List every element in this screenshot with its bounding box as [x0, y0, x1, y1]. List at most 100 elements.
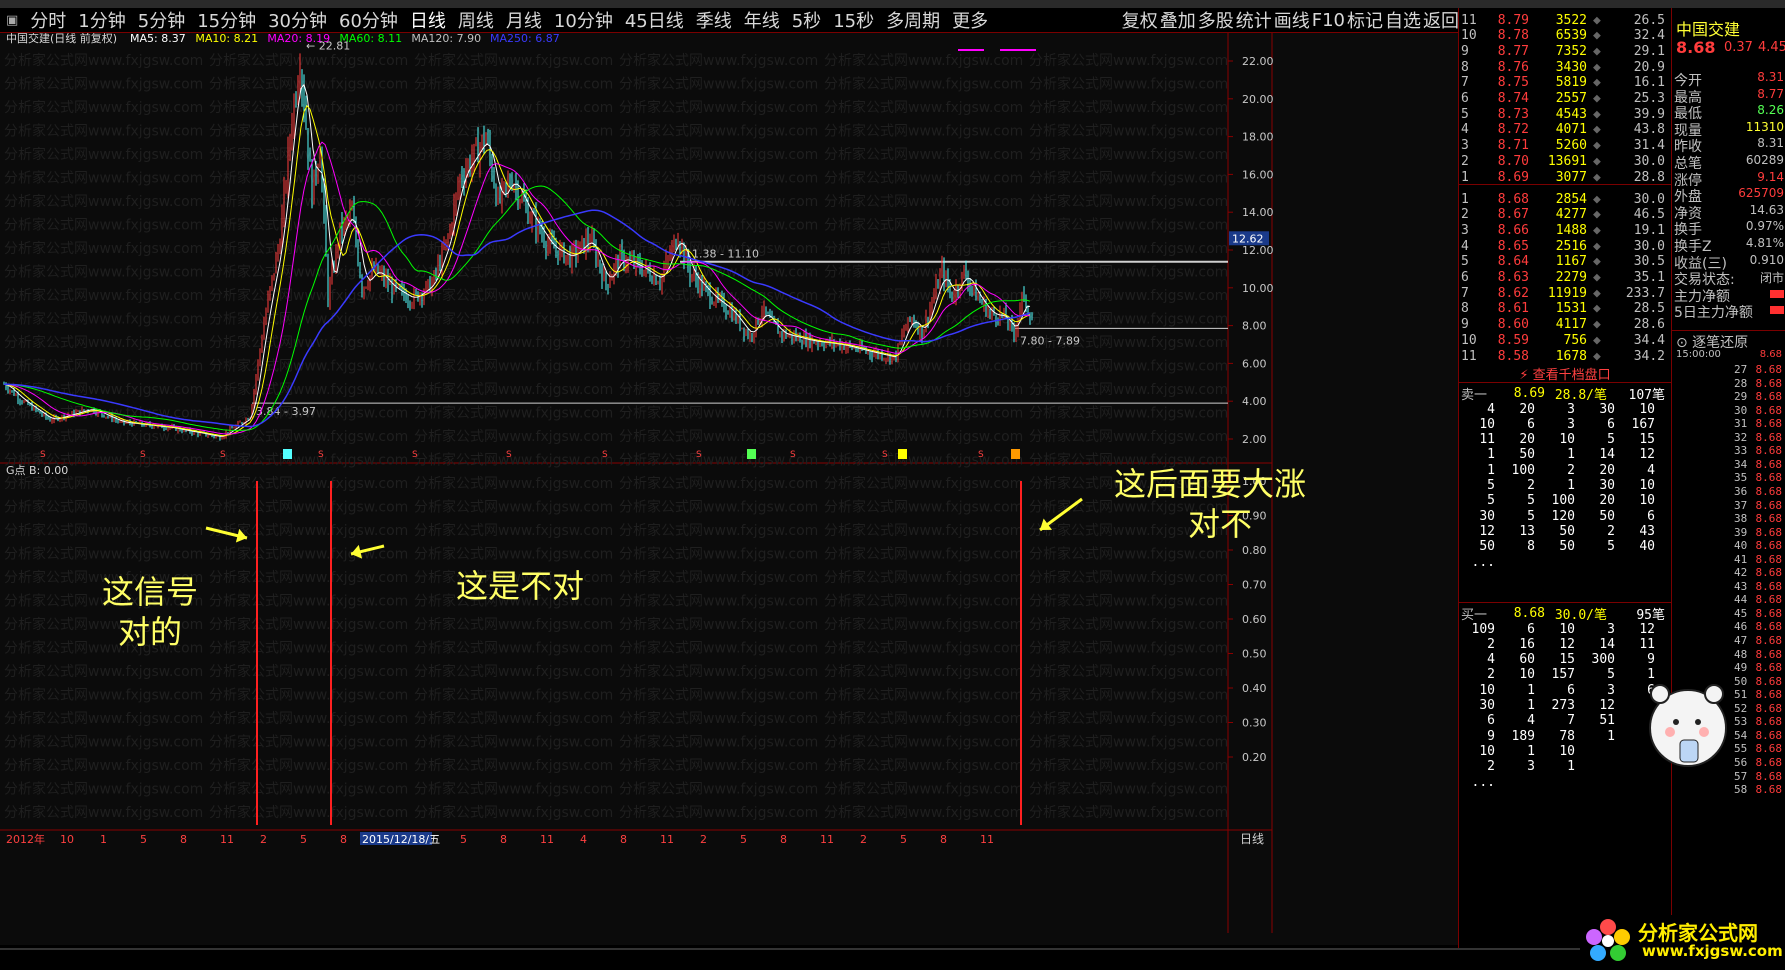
period-tab[interactable]: 年线 [738, 8, 786, 32]
period-tab[interactable]: 10分钟 [548, 8, 619, 32]
queue-volume: 5 [1607, 667, 1615, 683]
toolbar-action[interactable]: 标记 [1346, 8, 1384, 32]
queue-volume: 4 [1647, 462, 1655, 478]
watermark-text: 分析家公式网www.fxjgsw.com [414, 710, 613, 727]
tick-seq: 42 [1734, 566, 1748, 580]
watermark-text: 分析家公式网www.fxjgsw.com [4, 428, 203, 445]
event-badge [898, 449, 907, 459]
toolbar-menu-icon[interactable]: ▣ [0, 13, 24, 28]
depth-button[interactable]: ⚡ 查看千档盘口 [1459, 364, 1671, 383]
period-tab[interactable]: 60分钟 [333, 8, 404, 32]
toolbar-action[interactable]: 复权 [1121, 8, 1159, 32]
watermark-text: 分析家公式网www.fxjgsw.com [209, 499, 408, 516]
ask-price: 8.79 [1497, 12, 1529, 28]
event-marker: S [318, 450, 324, 460]
info-label: 5日主力净额 [1674, 305, 1753, 322]
queue-volume: 11 [1639, 636, 1655, 652]
period-tab[interactable]: 月线 [500, 8, 548, 32]
toolbar-action[interactable]: 多股 [1197, 8, 1235, 32]
watermark-text: 分析家公式网www.fxjgsw.com [209, 687, 408, 704]
x-tick-label: 8 [620, 833, 627, 846]
tick-seq: 37 [1734, 498, 1748, 512]
watermark-text: 分析家公式网www.fxjgsw.com [824, 546, 1023, 563]
period-tab[interactable]: 分时 [24, 8, 72, 32]
subchart-title: G点 B: 0.00 [6, 464, 68, 477]
tick-value: 8.68 [1755, 539, 1783, 553]
diamond-icon: ◆ [1593, 301, 1601, 317]
queue-volume: 6 [1527, 621, 1535, 637]
info-value: 625709 [1738, 186, 1784, 201]
ask-ratio: 32.4 [1633, 28, 1665, 44]
tick-value: 8.68 [1755, 742, 1783, 756]
tick-seq: 30 [1734, 403, 1748, 417]
queue-volume: 43 [1639, 523, 1655, 539]
period-tab[interactable]: 多周期 [880, 8, 946, 32]
event-marker: S [40, 450, 46, 460]
period-tab[interactable]: 5秒 [786, 8, 827, 32]
period-tab[interactable]: 更多 [946, 8, 994, 32]
x-tick-label: 11 [540, 833, 554, 846]
tick-seq: 36 [1734, 484, 1748, 498]
watermark-text: 分析家公式网www.fxjgsw.com [209, 804, 408, 821]
ma-legend: MA5: 8.37 [130, 33, 186, 45]
queue-volume: 273 [1551, 698, 1575, 713]
tick-price: 8.68 [1759, 349, 1782, 360]
diamond-icon: ◆ [1593, 222, 1601, 238]
annotation-line: 这信号 [101, 573, 198, 611]
tick-seq: 32 [1734, 430, 1748, 444]
period-tab[interactable]: 季线 [690, 8, 738, 32]
queue-volume: 15 [1639, 432, 1655, 448]
period-tab[interactable]: 30分钟 [262, 8, 333, 32]
watermark-text: 分析家公式网www.fxjgsw.com [1029, 405, 1228, 422]
tick-seq: 40 [1734, 539, 1748, 553]
toolbar-action[interactable]: 自选 [1384, 8, 1422, 32]
period-tab[interactable]: 15分钟 [191, 8, 262, 32]
watermark-text: 分析家公式网www.fxjgsw.com [619, 499, 818, 516]
watermark-text: 分析家公式网www.fxjgsw.com [619, 146, 818, 163]
tick-seq: 33 [1734, 444, 1748, 458]
period-tab[interactable]: 45日线 [619, 8, 690, 32]
peak-label: ← 22.81 [306, 40, 350, 53]
diamond-icon: ◆ [1593, 317, 1601, 333]
queue-volume: 1 [1487, 447, 1495, 463]
event-marker: S [412, 450, 418, 460]
watermark-text: 分析家公式网www.fxjgsw.com [1029, 546, 1228, 563]
bid-price: 8.68 [1497, 191, 1529, 207]
queue-volume: 20 [1599, 493, 1615, 509]
tick-seq: 38 [1734, 512, 1748, 526]
watermark-text: 分析家公式网www.fxjgsw.com [619, 311, 818, 328]
watermark-text: 分析家公式网www.fxjgsw.com [209, 76, 408, 93]
watermark-text: 分析家公式网www.fxjgsw.com [824, 593, 1023, 610]
watermark-text: 分析家公式网www.fxjgsw.com [824, 640, 1023, 657]
watermark-text: 分析家公式网www.fxjgsw.com [824, 710, 1023, 727]
watermark-text: 分析家公式网www.fxjgsw.com [619, 405, 818, 422]
toolbar-action[interactable]: 返回 [1422, 8, 1460, 32]
period-tab[interactable]: 1分钟 [72, 8, 131, 32]
toolbar-action[interactable]: 叠加 [1159, 8, 1197, 32]
watermark-text: 分析家公式网www.fxjgsw.com [1029, 240, 1228, 257]
queue-volume: 10 [1519, 667, 1535, 683]
queue-volume: 6 [1527, 416, 1535, 432]
period-tab[interactable]: 日线 [404, 8, 452, 32]
watermark-text: 分析家公式网www.fxjgsw.com [4, 663, 203, 680]
tick-time: 15:00:00 [1676, 349, 1721, 360]
period-tab[interactable]: 5分钟 [132, 8, 191, 32]
queue-volume: 2 [1487, 636, 1495, 652]
watermark-text: 分析家公式网www.fxjgsw.com [4, 734, 203, 751]
bid-price: 8.60 [1497, 317, 1529, 333]
toolbar-action[interactable]: 统计 [1235, 8, 1273, 32]
period-tab[interactable]: 15秒 [827, 8, 880, 32]
period-tab[interactable]: 周线 [452, 8, 500, 32]
y-tick-label: 6.00 [1242, 357, 1267, 370]
tick-seq: 57 [1734, 769, 1748, 783]
level-label: 11.38 - 11.10 [685, 248, 759, 261]
watermark-text: 分析家公式网www.fxjgsw.com [1029, 593, 1228, 610]
toolbar-action[interactable]: 画线 [1273, 8, 1311, 32]
toolbar-action[interactable]: F10 [1311, 10, 1346, 31]
quote-info-panel: 中国交建 8.68 0.37 4.45 今开 8.31 最高 8.77 最低 8.26 现量 1131… [1649, 8, 1785, 948]
watermark-text: 分析家公式网www.fxjgsw.com [824, 569, 1023, 586]
ask-ratio: 16.1 [1633, 75, 1665, 91]
ask-volume: 3522 [1555, 12, 1587, 28]
watermark-text: 分析家公式网www.fxjgsw.com [414, 663, 613, 680]
queue-volume: 10 [1479, 743, 1495, 759]
